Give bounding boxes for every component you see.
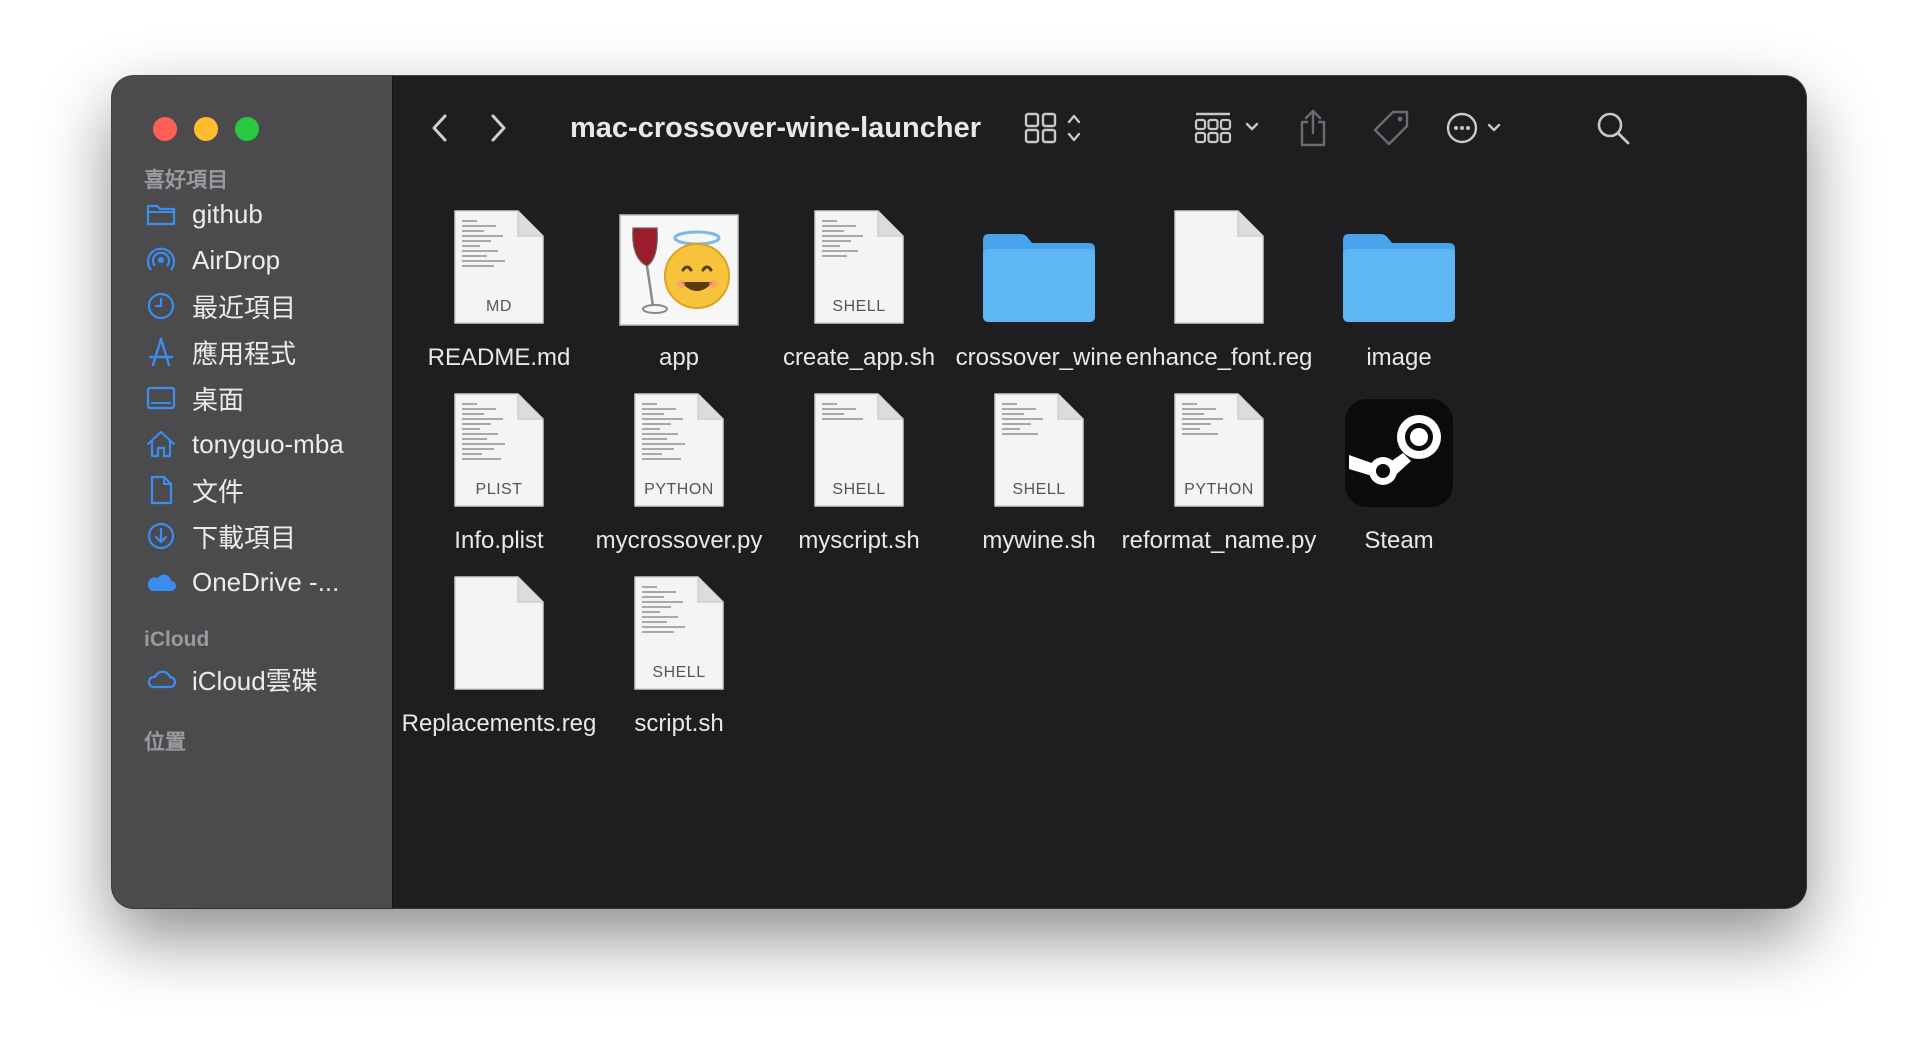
search-icon [1597,112,1630,145]
sidebar-item-label: 文件 [192,476,245,507]
view-mode-button[interactable] [1023,106,1085,150]
ellipsis-circle-icon [1446,112,1501,144]
steam-app-icon [1345,399,1453,507]
file-item[interactable]: SHELL script.sh [569,562,789,740]
applications-icon [144,335,178,369]
chevron-left-icon [432,114,447,142]
clock-icon [144,289,178,323]
file-kind-label: SHELL [832,298,886,315]
file-icon-container [1289,379,1509,509]
file-kind-label: PYTHON [1184,481,1254,498]
file-grid: MD README.md app SHELL create_app.sh crossove… [393,196,1806,908]
sidebar-section-header: iCloud [144,628,210,651]
document-file-icon: SHELL [992,391,1086,509]
sidebar-item-label: AirDrop [192,244,281,275]
file-name: script.sh [634,710,724,737]
document-icon [144,473,178,507]
sidebar-item-label: github [192,198,263,229]
file-icon-container: SHELL [569,562,789,692]
sidebar-item[interactable]: 下載項目 [144,514,296,558]
document-file-icon [1172,208,1266,326]
more-actions-button[interactable] [1446,106,1506,150]
document-file-icon: PLIST [452,391,546,509]
back-button[interactable] [423,106,457,150]
download-icon [144,519,178,553]
sidebar-item-label: 應用程式 [192,338,297,369]
sidebar-section-header: 位置 [144,731,186,754]
forward-button[interactable] [481,106,515,150]
sidebar-item-label: 桌面 [192,384,245,415]
file-kind-label: SHELL [832,481,886,498]
file-kind-label: PLIST [475,481,523,498]
document-file-icon: SHELL [812,208,906,326]
chevron-right-icon [491,114,506,142]
wine-app-icon [619,214,739,326]
sidebar-item-label: iCloud雲碟 [192,665,318,696]
tag-button[interactable] [1369,106,1413,150]
document-file-icon: PYTHON [1172,391,1266,509]
file-kind-label: PYTHON [644,481,714,498]
sidebar-item[interactable]: OneDrive -... [144,560,339,604]
file-name: image [1366,344,1432,371]
zoom-window-button[interactable] [235,117,259,141]
group-by-icon [1194,112,1259,144]
desktop-icon [144,381,178,415]
folder-icon [144,197,178,231]
sidebar-item[interactable]: AirDrop [144,238,280,282]
document-file-icon: MD [452,208,546,326]
file-kind-label: SHELL [1012,481,1066,498]
finder-window: 喜好項目 github AirDrop 最近項目應用程式桌面 tonyguo-mba 文件… [112,76,1806,908]
main-pane: mac-crossover-wine-launcher MD README.md… [393,76,1806,908]
document-file-icon: SHELL [812,391,906,509]
sidebar-item-label: OneDrive -... [192,566,340,597]
file-item[interactable]: image [1289,196,1509,374]
file-name: Steam [1364,527,1434,554]
folder-icon [983,234,1095,322]
sidebar-item[interactable]: 應用程式 [144,330,296,374]
group-by-button[interactable] [1193,106,1265,150]
sidebar-item[interactable]: 桌面 [144,376,244,420]
icloud-icon [144,662,178,696]
document-file-icon: SHELL [632,574,726,692]
file-kind-label: SHELL [652,664,706,681]
share-icon [1300,109,1326,147]
tag-icon [1373,110,1409,146]
close-window-button[interactable] [153,117,177,141]
airdrop-icon [144,243,178,277]
sidebar-item-label: 下載項目 [192,522,297,553]
sidebar-item[interactable]: 文件 [144,468,244,512]
sidebar-item-label: tonyguo-mba [192,428,344,459]
minimize-window-button[interactable] [194,117,218,141]
sidebar-item[interactable]: tonyguo-mba [144,422,344,466]
document-file-icon: PYTHON [632,391,726,509]
window-controls [153,117,259,141]
sidebar-item[interactable]: iCloud雲碟 [144,657,318,701]
document-file-icon [452,574,546,692]
home-icon [144,427,178,461]
sidebar-item[interactable]: 最近項目 [144,284,296,328]
window-title: mac-crossover-wine-launcher [570,112,981,144]
sidebar-item[interactable]: github [144,192,263,236]
share-button[interactable] [1293,106,1333,150]
file-item[interactable]: Steam [1289,379,1509,557]
sidebar: 喜好項目 github AirDrop 最近項目應用程式桌面 tonyguo-mba 文件… [112,76,393,908]
folder-icon [1343,234,1455,322]
file-kind-label: MD [486,298,512,315]
grid-view-icon [1024,112,1081,144]
toolbar: mac-crossover-wine-launcher [393,76,1806,176]
onedrive-cloud-icon [144,565,178,599]
search-button[interactable] [1593,106,1633,150]
sidebar-section-header: 喜好項目 [144,169,228,192]
sidebar-item-label: 最近項目 [192,292,297,323]
file-icon-container [1289,196,1509,326]
